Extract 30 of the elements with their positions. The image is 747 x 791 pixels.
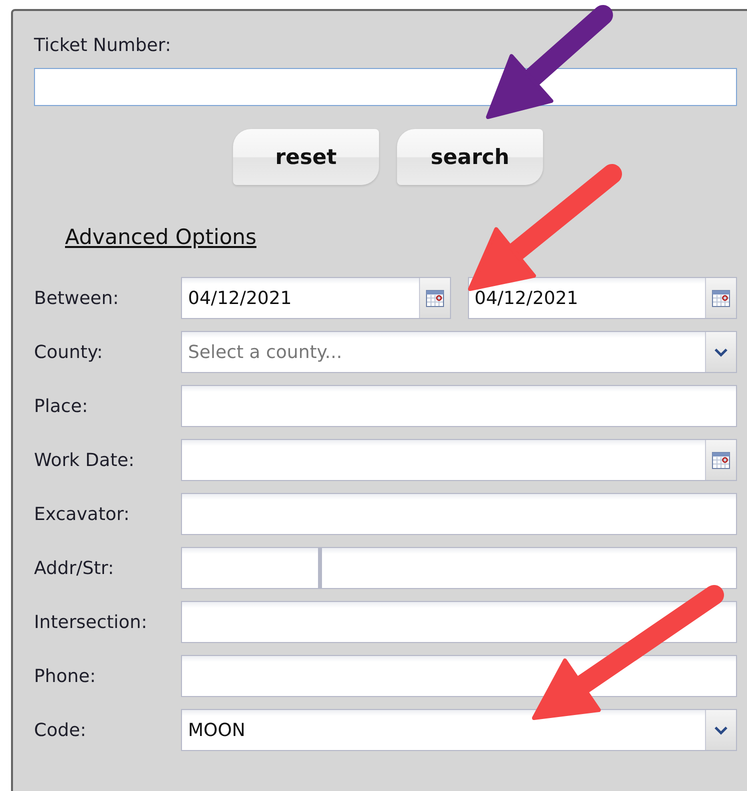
calendar-icon[interactable] (712, 452, 730, 468)
input-field[interactable] (181, 655, 737, 697)
date-field[interactable]: 04/12/2021 (181, 277, 450, 319)
input-field[interactable] (181, 547, 319, 589)
field-label: County: (34, 342, 103, 362)
select-field[interactable]: MOON (181, 709, 737, 751)
advanced-options-link[interactable]: Advanced Options (65, 225, 256, 249)
field-label: Work Date: (34, 450, 134, 470)
field-label: Code: (34, 720, 86, 740)
field-label: Between: (34, 288, 119, 308)
date-field[interactable]: 04/12/2021 (468, 277, 737, 319)
select-field[interactable]: Select a county... (181, 331, 737, 373)
input-field[interactable] (181, 493, 737, 535)
input-field[interactable] (319, 547, 737, 589)
calendar-icon[interactable] (426, 290, 444, 306)
ticket-number-field[interactable] (34, 68, 737, 106)
input-field[interactable] (181, 601, 737, 643)
input-field[interactable] (181, 385, 737, 427)
date-field[interactable] (181, 439, 737, 481)
field-label: Place: (34, 396, 88, 416)
field-label: Addr/Str: (34, 558, 114, 578)
chevron-down-icon[interactable] (714, 726, 728, 734)
field-label: Ticket Number: (34, 35, 172, 56)
chevron-down-icon[interactable] (714, 348, 728, 356)
reset-button[interactable]: reset (233, 129, 379, 185)
field-label: Phone: (34, 666, 96, 686)
calendar-icon[interactable] (712, 290, 730, 306)
field-label: Excavator: (34, 504, 130, 524)
search-button[interactable]: search (397, 129, 543, 185)
field-label: Intersection: (34, 612, 148, 632)
